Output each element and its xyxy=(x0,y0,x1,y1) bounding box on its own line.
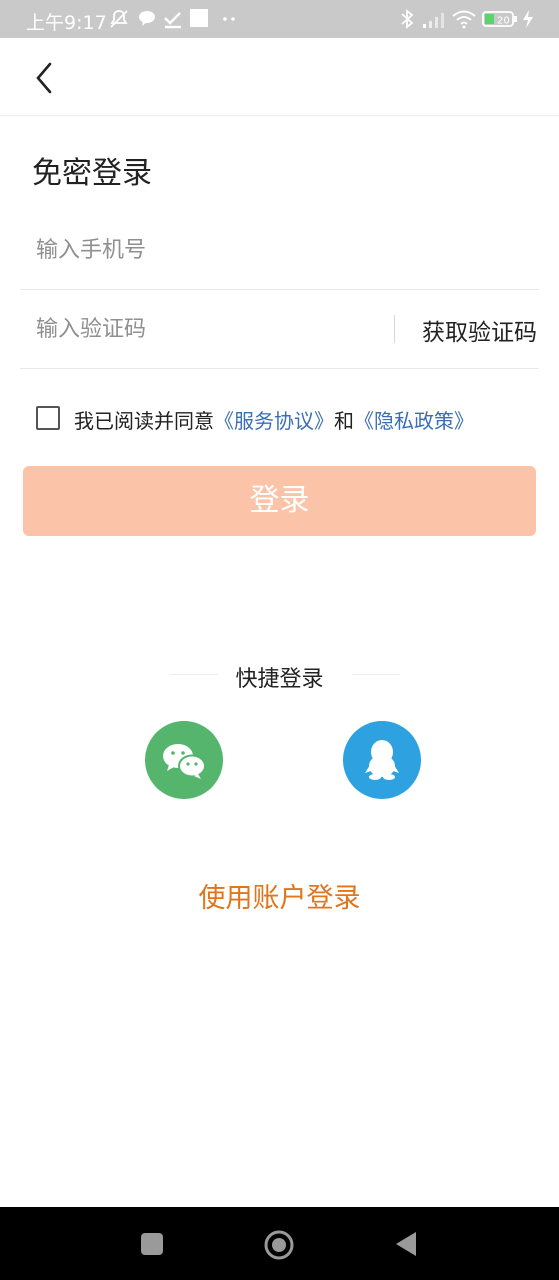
wechat-login-button[interactable] xyxy=(145,721,223,799)
back-button[interactable] xyxy=(28,58,64,98)
privacy-policy-link[interactable]: 《隐私政策》 xyxy=(354,409,474,433)
divider-right xyxy=(352,674,400,675)
download-check-icon xyxy=(163,9,183,34)
dots-icon xyxy=(222,9,236,32)
battery-icon: 20 xyxy=(482,9,518,34)
charging-icon xyxy=(522,9,534,34)
home-circle-icon xyxy=(264,1230,294,1260)
notification-muted-icon xyxy=(108,9,130,34)
qq-icon xyxy=(365,740,399,780)
battery-level: 20 xyxy=(497,16,510,27)
get-code-button[interactable]: 获取验证码 xyxy=(422,313,537,347)
agreement-conjunction: 和 xyxy=(334,409,354,433)
back-triangle-icon xyxy=(396,1232,416,1256)
phone-field xyxy=(20,212,539,290)
quick-login-header: 快捷登录 xyxy=(0,660,559,692)
code-field: 获取验证码 xyxy=(20,291,539,369)
page-title: 免密登录 xyxy=(32,156,152,191)
quick-login-title: 快捷登录 xyxy=(235,667,324,692)
header xyxy=(0,38,559,116)
code-divider xyxy=(394,315,395,343)
recents-button[interactable] xyxy=(137,1229,167,1259)
system-back-button[interactable] xyxy=(392,1229,422,1259)
chevron-left-icon xyxy=(36,62,52,94)
chat-bubble-icon xyxy=(138,9,156,32)
service-agreement-link[interactable]: 《服务协议》 xyxy=(214,409,334,433)
login-button[interactable]: 登录 xyxy=(23,466,536,536)
code-input[interactable] xyxy=(36,309,386,349)
phone-input[interactable] xyxy=(36,230,386,270)
signal-icon xyxy=(422,9,446,34)
qq-login-button[interactable] xyxy=(343,721,421,799)
bluetooth-icon xyxy=(400,9,414,34)
system-nav-bar xyxy=(0,1207,559,1280)
square-icon xyxy=(190,9,208,32)
agreement-row: 我已阅读并同意《服务协议》和《隐私政策》 xyxy=(36,404,536,434)
wechat-icon xyxy=(163,744,206,779)
agreement-text: 我已阅读并同意《服务协议》和《隐私政策》 xyxy=(74,405,474,434)
recents-square-icon xyxy=(141,1233,163,1255)
status-time: 上午9:17 xyxy=(26,12,107,34)
status-bar: 上午9:17 20 xyxy=(0,0,559,38)
wifi-icon xyxy=(452,9,476,34)
home-button[interactable] xyxy=(263,1229,294,1260)
account-login-link[interactable]: 使用账户登录 xyxy=(0,876,559,915)
agreement-checkbox[interactable] xyxy=(36,406,60,430)
agreement-prefix: 我已阅读并同意 xyxy=(74,409,214,433)
